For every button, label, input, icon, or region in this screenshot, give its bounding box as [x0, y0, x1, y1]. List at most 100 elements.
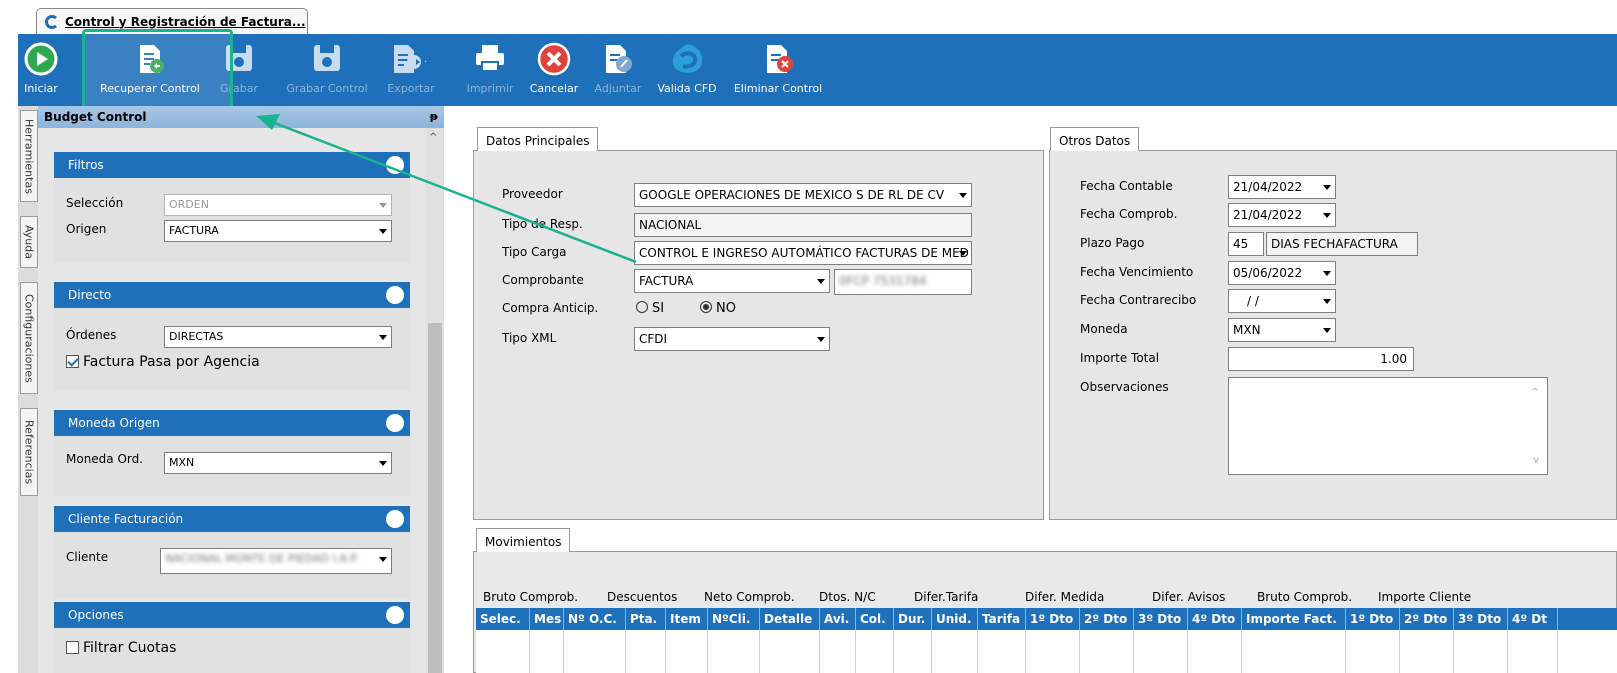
- grabar-control-button[interactable]: Grabar Control: [282, 34, 372, 106]
- anticip-si-radio[interactable]: SI: [636, 301, 664, 316]
- exportar-button[interactable]: . Exportar: [382, 34, 440, 106]
- grid-col-header[interactable]: Selec.: [476, 608, 530, 630]
- summary-col: Importe Cliente: [1378, 590, 1472, 604]
- grid-col-header[interactable]: 1º Dto: [1026, 608, 1080, 630]
- otros-datos-panel: Fecha Contable 21/04/2022 Fecha Comprob.…: [1049, 150, 1617, 520]
- grid-col-header[interactable]: Detalle: [760, 608, 820, 630]
- tab-configuraciones[interactable]: Configuraciones: [20, 282, 38, 394]
- grid-col-header[interactable]: 3º Dto: [1134, 608, 1188, 630]
- valida-cfd-button[interactable]: Valida CFD: [654, 34, 720, 106]
- opciones-header[interactable]: Opciones: [54, 602, 410, 628]
- grid-col-header[interactable]: Mes: [530, 608, 564, 630]
- fecha-contable-picker[interactable]: 21/04/2022: [1228, 175, 1336, 199]
- budget-scrollbar[interactable]: ^: [426, 128, 444, 673]
- scroll-thumb[interactable]: [428, 323, 442, 673]
- grid-col-header[interactable]: Pta.: [626, 608, 666, 630]
- grid-col-header[interactable]: 4º Dto: [1188, 608, 1242, 630]
- comprobante-number-input[interactable]: 0FCP 7531784: [834, 269, 972, 295]
- plazo-pago-label: Plazo Pago: [1080, 236, 1145, 250]
- moneda-ord-select[interactable]: MXN: [164, 452, 392, 474]
- tab-datos-principales[interactable]: Datos Principales: [477, 127, 599, 151]
- grid-col-header[interactable]: 2º Dto: [1400, 608, 1454, 630]
- toolbar: Iniciar Recuperar Control Grabar Grabar …: [18, 34, 1617, 106]
- tab-otros-datos[interactable]: Otros Datos: [1050, 127, 1140, 151]
- collapse-icon[interactable]: [386, 414, 404, 432]
- plazo-pago-desc: DIAS FECHAFACTURA: [1266, 232, 1418, 256]
- moneda-select[interactable]: MXN: [1228, 318, 1336, 342]
- imprimir-button[interactable]: Imprimir: [464, 34, 516, 106]
- collapse-icon[interactable]: [386, 606, 404, 624]
- compra-anticip-label: Compra Anticip.: [502, 301, 599, 315]
- collapse-icon[interactable]: [386, 156, 404, 174]
- moneda-origen-header[interactable]: Moneda Origen: [54, 410, 410, 436]
- filtros-header[interactable]: Filtros: [54, 152, 410, 178]
- tab-movimientos[interactable]: Movimientos: [476, 528, 571, 552]
- budget-control-panel: Budget Control ᵽ ^ Filtros Selección ORD…: [38, 106, 444, 673]
- grid-col-header[interactable]: Avi.: [820, 608, 856, 630]
- seleccion-select[interactable]: ORDEN: [164, 194, 392, 216]
- fecha-comprob-picker[interactable]: 21/04/2022: [1228, 203, 1336, 227]
- scroll-up-icon[interactable]: ^: [429, 132, 437, 143]
- grid-col-header[interactable]: Dur.: [894, 608, 932, 630]
- radio-icon: [636, 301, 648, 313]
- delete-control-icon: [767, 45, 793, 73]
- grid-col-header[interactable]: Nº O.C.: [564, 608, 626, 630]
- tab-referencias[interactable]: Referencias: [20, 408, 38, 496]
- cancelar-button[interactable]: Cancelar: [524, 34, 584, 106]
- cliente-header[interactable]: Cliente Facturación: [54, 506, 410, 532]
- datos-principales-panel: Proveedor GOOGLE OPERACIONES DE MEXICO S…: [473, 150, 1044, 520]
- grid-col-header[interactable]: NºCli.: [708, 608, 760, 630]
- ordenes-select[interactable]: DIRECTAS: [164, 326, 392, 348]
- attach-icon: [606, 45, 632, 73]
- svg-text:.: .: [424, 54, 427, 65]
- anticip-no-radio[interactable]: NO: [700, 301, 736, 316]
- directo-header[interactable]: Directo: [54, 282, 410, 308]
- collapse-icon[interactable]: [386, 286, 404, 304]
- tab-herramientas[interactable]: Herramientas: [20, 110, 38, 202]
- tab-ayuda[interactable]: Ayuda: [20, 216, 38, 268]
- importe-total-field[interactable]: 1.00: [1228, 347, 1414, 371]
- grid-col-header[interactable]: 3º Dto: [1454, 608, 1508, 630]
- eliminar-control-button[interactable]: Eliminar Control: [730, 34, 826, 106]
- observaciones-textarea[interactable]: ^ v: [1228, 377, 1548, 475]
- fecha-vencimiento-picker[interactable]: 05/06/2022: [1228, 261, 1336, 285]
- app-icon: [45, 14, 59, 29]
- cancel-icon: [537, 42, 571, 76]
- grid-col-header[interactable]: 2º Dto: [1080, 608, 1134, 630]
- grid-col-header[interactable]: Importe Fact.: [1242, 608, 1346, 630]
- collapse-icon[interactable]: [386, 510, 404, 528]
- grid-col-header[interactable]: Tarifa: [978, 608, 1026, 630]
- cliente-select[interactable]: NACIONAL MONTE DE PIEDAD I.A.P.: [160, 548, 392, 574]
- ordenes-label: Órdenes: [66, 328, 117, 342]
- proveedor-label: Proveedor: [502, 187, 563, 201]
- plazo-pago-input[interactable]: 45: [1228, 232, 1264, 256]
- agencia-checkbox[interactable]: Factura Pasa por Agencia: [66, 354, 260, 370]
- adjuntar-button[interactable]: Adjuntar: [590, 34, 646, 106]
- tipo-carga-select[interactable]: CONTROL E INGRESO AUTOMÁTICO FACTURAS DE…: [634, 241, 972, 265]
- grid-col-header[interactable]: Unid.: [932, 608, 978, 630]
- fecha-contrarecibo-picker[interactable]: / /: [1228, 289, 1336, 313]
- tipo-xml-label: Tipo XML: [502, 331, 557, 345]
- origen-select[interactable]: FACTURA: [164, 220, 392, 242]
- movimientos-grid-body: [476, 630, 1617, 673]
- grid-col-header[interactable]: 1º Dto: [1346, 608, 1400, 630]
- summary-col: Bruto Comprob.: [483, 590, 579, 604]
- summary-col: Difer.Tarifa: [914, 590, 979, 604]
- grid-col-header[interactable]: Item: [666, 608, 708, 630]
- fecha-contable-label: Fecha Contable: [1080, 179, 1173, 193]
- tipo-xml-select[interactable]: CFDI: [634, 327, 830, 351]
- seleccion-label: Selección: [66, 196, 124, 210]
- directo-card: Directo Órdenes DIRECTAS Factura Pasa po…: [54, 282, 410, 390]
- summary-col: Difer. Medida: [1025, 590, 1105, 604]
- grid-col-header[interactable]: Col.: [856, 608, 894, 630]
- save-control-icon: [314, 45, 340, 71]
- filtrar-cuotas-checkbox[interactable]: Filtrar Cuotas: [66, 640, 176, 656]
- pin-icon[interactable]: ᵽ: [430, 106, 438, 128]
- scroll-down-icon[interactable]: v: [1533, 450, 1539, 472]
- iniciar-button[interactable]: Iniciar: [20, 34, 62, 106]
- grid-col-header[interactable]: 4º Dt: [1508, 608, 1558, 630]
- proveedor-select[interactable]: GOOGLE OPERACIONES DE MEXICO S DE RL DE …: [634, 183, 972, 207]
- scroll-up-icon[interactable]: ^: [1531, 382, 1539, 404]
- tipo-resp-label: Tipo de Resp.: [502, 217, 583, 231]
- comprobante-select[interactable]: FACTURA: [634, 269, 830, 293]
